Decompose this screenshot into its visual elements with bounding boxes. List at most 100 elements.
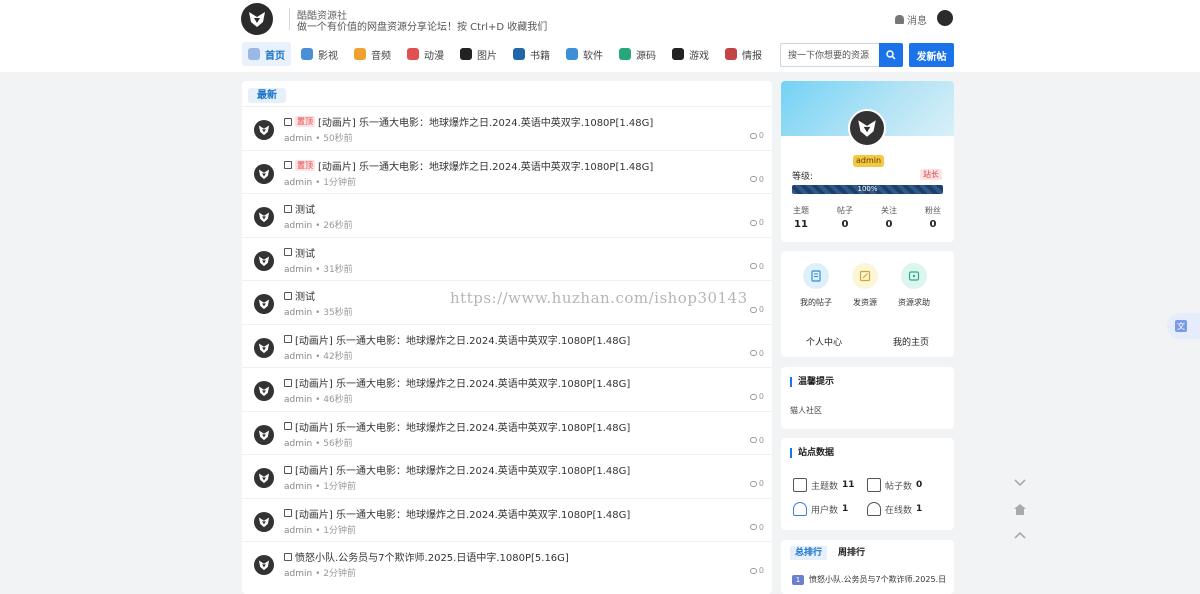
- nav-item-label: 影视: [318, 50, 338, 62]
- checkbox[interactable]: [284, 378, 292, 387]
- nav-item[interactable]: 影视: [295, 42, 344, 66]
- post-title[interactable]: 测试: [295, 288, 315, 303]
- nav-item-label: 首页: [265, 50, 285, 62]
- post-author[interactable]: admin: [284, 265, 312, 275]
- tab-weekly-ranking[interactable]: 周排行: [833, 546, 870, 560]
- nav-item[interactable]: 软件: [560, 42, 609, 66]
- post-title[interactable]: 测试: [295, 201, 315, 216]
- post-author[interactable]: admin: [284, 395, 312, 405]
- post-author[interactable]: admin: [284, 439, 312, 449]
- post-row[interactable]: 测试 admin • 31秒前 0: [242, 236, 772, 281]
- post-time: 35秒前: [323, 308, 353, 318]
- post-title[interactable]: 愤怒小队.公务员与7个欺诈师.2025.日语中字.1080P[5.16G]: [295, 549, 569, 564]
- post-title[interactable]: [动画片] 乐一通大电影：地球爆炸之日.2024.英语中英双字.1080P[1.…: [295, 332, 630, 347]
- search-input[interactable]: 搜一下你想要的资源: [780, 43, 879, 67]
- checkbox[interactable]: [284, 248, 292, 256]
- post-title[interactable]: [动画片] 乐一通大电影：地球爆炸之日.2024.英语中英双字.1080P[1.…: [318, 158, 653, 173]
- author-avatar[interactable]: [254, 511, 274, 532]
- chevron-down-icon[interactable]: [1011, 474, 1029, 492]
- stat-label: 主题数: [811, 481, 839, 492]
- author-avatar[interactable]: [254, 207, 274, 227]
- post-title[interactable]: 测试: [295, 245, 315, 260]
- checkbox[interactable]: [284, 291, 292, 300]
- user-avatar[interactable]: [937, 10, 953, 26]
- ranking-item[interactable]: 1 愤怒小队.公务员与7个欺诈师.2025.日: [792, 574, 946, 585]
- checkbox[interactable]: [284, 552, 292, 561]
- post-author[interactable]: admin: [284, 569, 312, 579]
- post-title[interactable]: [动画片] 乐一通大电影：地球爆炸之日.2024.英语中英双字.1080P[1.…: [295, 419, 630, 434]
- post-title[interactable]: [动画片] 乐一通大电影：地球爆炸之日.2024.英语中英双字.1080P[1.…: [318, 114, 653, 129]
- stat-topics[interactable]: 主题 11: [786, 205, 816, 230]
- post-row[interactable]: [动画片] 乐一通大电影：地球爆炸之日.2024.英语中英双字.1080P[1.…: [242, 410, 772, 455]
- my-homepage-link[interactable]: 我的主页: [893, 335, 929, 348]
- my-posts-link[interactable]: 我的帖子: [794, 263, 838, 308]
- author-avatar[interactable]: [254, 120, 274, 140]
- nav-item[interactable]: 动漫: [401, 42, 450, 66]
- author-avatar[interactable]: [254, 381, 274, 401]
- checkbox[interactable]: [284, 117, 292, 126]
- nav-item[interactable]: 图片: [454, 42, 503, 66]
- checkbox[interactable]: [284, 465, 292, 474]
- comment-icon: [749, 176, 757, 182]
- user-center-link[interactable]: 个人中心: [806, 335, 842, 348]
- stat-posts[interactable]: 帖子 0: [830, 205, 860, 230]
- site-logo[interactable]: [241, 3, 273, 35]
- post-author[interactable]: admin: [284, 482, 312, 492]
- profile-avatar[interactable]: [848, 109, 886, 147]
- author-avatar[interactable]: [254, 424, 274, 445]
- post-title[interactable]: [动画片] 乐一通大电影：地球爆炸之日.2024.英语中英双字.1080P[1.…: [295, 462, 630, 477]
- stat-following[interactable]: 关注 0: [874, 205, 904, 230]
- post-meta: admin • 1分钟前: [284, 177, 356, 188]
- quick-label: 发资源: [853, 298, 877, 307]
- nav-item[interactable]: 书籍: [507, 42, 556, 66]
- floating-tool-button[interactable]: 文: [1167, 313, 1200, 339]
- author-avatar[interactable]: [254, 250, 274, 271]
- home-icon[interactable]: [1011, 500, 1029, 518]
- tab-latest[interactable]: 最新: [248, 88, 286, 103]
- post-row[interactable]: [动画片] 乐一通大电影：地球爆炸之日.2024.英语中英双字.1080P[1.…: [242, 367, 772, 411]
- author-avatar[interactable]: [254, 163, 274, 184]
- chevron-up-icon[interactable]: [1011, 526, 1029, 544]
- resource-help-link[interactable]: 资源求助: [892, 263, 936, 308]
- post-list: 最新 置顶 [动画片] 乐一通大电影：地球爆炸之日.2024.英语中英双字.108…: [242, 81, 772, 594]
- post-author[interactable]: admin: [284, 308, 312, 318]
- profile-username[interactable]: admin: [853, 155, 885, 167]
- stat-label: 用户数: [811, 505, 839, 516]
- post-title[interactable]: [动画片] 乐一通大电影：地球爆炸之日.2024.英语中英双字.1080P[1.…: [295, 375, 630, 390]
- post-row[interactable]: 置顶 [动画片] 乐一通大电影：地球爆炸之日.2024.英语中英双字.1080P[…: [242, 106, 772, 150]
- stat-label: 关注: [881, 206, 897, 215]
- post-author[interactable]: admin: [284, 134, 312, 144]
- checkbox[interactable]: [284, 335, 292, 343]
- messages-link[interactable]: 消息: [895, 12, 927, 27]
- nav-item[interactable]: 首页: [242, 42, 291, 66]
- author-avatar[interactable]: [254, 294, 274, 314]
- post-row[interactable]: [动画片] 乐一通大电影：地球爆炸之日.2024.英语中英双字.1080P[1.…: [242, 497, 772, 542]
- post-row[interactable]: [动画片] 乐一通大电影：地球爆炸之日.2024.英语中英双字.1080P[1.…: [242, 323, 772, 368]
- tab-total-ranking[interactable]: 总排行: [790, 546, 828, 560]
- post-author[interactable]: admin: [284, 178, 312, 188]
- post-row[interactable]: 测试 admin • 26秒前 0: [242, 193, 772, 237]
- post-row[interactable]: 愤怒小队.公务员与7个欺诈师.2025.日语中字.1080P[5.16G] adm…: [242, 541, 772, 585]
- checkbox[interactable]: [284, 161, 292, 169]
- post-row[interactable]: [动画片] 乐一通大电影：地球爆炸之日.2024.英语中英双字.1080P[1.…: [242, 454, 772, 498]
- checkbox[interactable]: [284, 422, 292, 430]
- comment-count-value: 0: [758, 566, 764, 575]
- nav-item[interactable]: 情报: [719, 42, 768, 66]
- post-title[interactable]: [动画片] 乐一通大电影：地球爆炸之日.2024.英语中英双字.1080P[1.…: [295, 506, 630, 521]
- checkbox[interactable]: [284, 204, 292, 213]
- nav-item[interactable]: 源码: [613, 42, 662, 66]
- post-resource-link[interactable]: 发资源: [843, 263, 887, 308]
- new-post-button[interactable]: 发新帖: [909, 43, 954, 67]
- post-author[interactable]: admin: [284, 352, 312, 362]
- nav-item[interactable]: 音频: [348, 42, 397, 66]
- author-avatar[interactable]: [254, 468, 274, 488]
- post-author[interactable]: admin: [284, 526, 312, 536]
- nav-item[interactable]: 游戏: [666, 42, 715, 66]
- post-author[interactable]: admin: [284, 221, 312, 231]
- search-button[interactable]: [879, 43, 903, 67]
- author-avatar[interactable]: [254, 337, 274, 358]
- stat-fans[interactable]: 粉丝 0: [918, 205, 948, 230]
- checkbox[interactable]: [284, 509, 292, 517]
- author-avatar[interactable]: [254, 555, 274, 575]
- post-row[interactable]: 置顶 [动画片] 乐一通大电影：地球爆炸之日.2024.英语中英双字.1080P[…: [242, 149, 772, 194]
